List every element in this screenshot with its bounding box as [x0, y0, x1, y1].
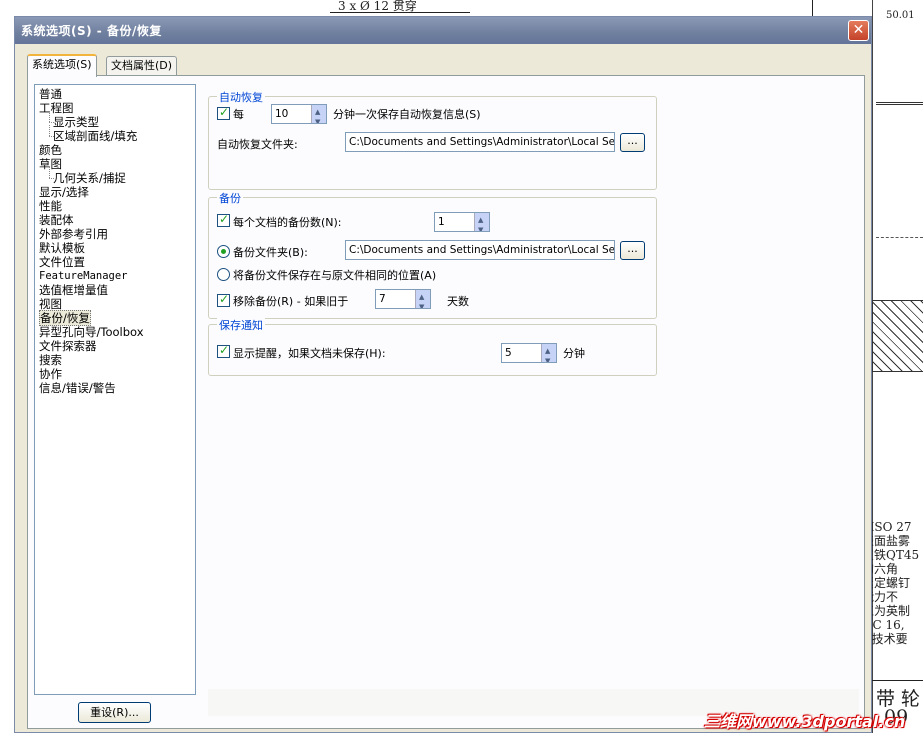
- auto-recover-browse-button[interactable]: ...: [620, 133, 645, 152]
- remove-backup-checkbox[interactable]: [217, 292, 230, 307]
- system-options-dialog: 系统选项(S) - 备份/恢复 ✕ 系统选项(S) 文档属性(D) 普通 工程图…: [14, 16, 872, 733]
- tree-item-area-hatch[interactable]: 区域剖面线/填充: [47, 125, 195, 143]
- backup-copies-spinner[interactable]: [474, 213, 489, 231]
- drawing-dimension: 50.01: [886, 10, 915, 21]
- tree-item-default-templates[interactable]: 默认模板: [39, 241, 195, 255]
- save-notification-title: 保存通知: [217, 317, 265, 333]
- backup-same-location-label: 将备份文件保存在与原文件相同的位置(A): [233, 269, 437, 282]
- tree-item-general[interactable]: 普通: [39, 87, 195, 101]
- tree-item-colors[interactable]: 颜色: [39, 143, 195, 157]
- save-notification-checkbox[interactable]: [217, 343, 230, 358]
- tree-item-hole-wizard-toolbox[interactable]: 异型孔向导/Toolbox: [39, 325, 195, 339]
- tree-item-display-selection[interactable]: 显示/选择: [39, 185, 195, 199]
- auto-recover-checkbox[interactable]: [217, 105, 230, 120]
- drawing-hatch-section: [872, 300, 923, 372]
- tree-item-performance[interactable]: 性能: [39, 199, 195, 213]
- auto-recover-minutes-spinner[interactable]: [311, 105, 326, 123]
- tree-item-sketch[interactable]: 草图: [39, 157, 195, 171]
- tree-item-file-explorer[interactable]: 文件探索器: [39, 339, 195, 353]
- tree-item-search[interactable]: 搜索: [39, 353, 195, 367]
- backup-copies-input[interactable]: 1: [434, 212, 490, 232]
- auto-recover-every-suffix: 分钟一次保存自动恢复信息(S): [333, 108, 481, 121]
- tree-item-collaboration[interactable]: 协作: [39, 367, 195, 381]
- auto-recover-folder-label: 自动恢复文件夹:: [217, 138, 298, 151]
- drawing-line: [876, 102, 923, 105]
- save-notification-label: 显示提醒，如果文档未保存(H):: [233, 347, 386, 360]
- backup-copies-label: 每个文档的备份数(N):: [233, 216, 342, 229]
- site-watermark: 三维网www.3dportal.cn: [704, 712, 906, 731]
- tree-item-relations-snaps[interactable]: 几何关系/捕捉: [47, 167, 195, 185]
- backup-folder-radio[interactable]: [217, 245, 230, 258]
- auto-recover-title: 自动恢复: [217, 89, 265, 105]
- backup-same-location-radio[interactable]: [217, 268, 230, 281]
- tree-item-assemblies[interactable]: 装配体: [39, 213, 195, 227]
- tree-item-backup-recover[interactable]: 备份/恢复: [39, 310, 195, 326]
- tree-item-file-locations[interactable]: 文件位置: [39, 255, 195, 269]
- tree-item-featuremanager[interactable]: FeatureManager: [39, 269, 195, 283]
- auto-recover-group: 自动恢复 每 10 分钟一次保存自动恢复信息(S) 自动恢复文件夹: C:\Do…: [208, 89, 657, 190]
- tab-system-options[interactable]: 系统选项(S): [27, 54, 97, 77]
- drawing-line: [812, 0, 813, 16]
- backup-browse-button[interactable]: ...: [620, 241, 645, 260]
- save-notification-unit: 分钟: [563, 347, 585, 360]
- auto-recover-minutes-input[interactable]: 10: [271, 104, 327, 124]
- backup-folder-input[interactable]: C:\Documents and Settings\Administrator\…: [345, 240, 615, 260]
- close-button[interactable]: ✕: [848, 20, 869, 41]
- backup-group: 备份 每个文档的备份数(N): 1 备份文件夹(B): C:\Documents…: [208, 190, 657, 319]
- drawing-line: [876, 237, 923, 238]
- backup-copies-checkbox[interactable]: [217, 212, 230, 227]
- save-notification-minutes-spinner[interactable]: [541, 344, 556, 362]
- remove-backup-days-input[interactable]: 7: [375, 289, 431, 309]
- auto-recover-every-label: 每: [233, 108, 244, 121]
- drawing-line: [330, 12, 470, 13]
- save-notification-group: 保存通知 显示提醒，如果文档未保存(H): 5 分钟: [208, 317, 657, 376]
- tree-item-drawings[interactable]: 工程图: [39, 101, 195, 115]
- close-icon: ✕: [852, 22, 865, 38]
- tab-document-properties[interactable]: 文档属性(D): [106, 56, 178, 76]
- remove-backup-label: 移除备份(R) - 如果旧于: [233, 295, 349, 308]
- options-tree[interactable]: 普通 工程图 显示类型 区域剖面线/填充 颜色 草图 几何关系/捕捉 显示/选择…: [34, 84, 196, 695]
- remove-backup-unit: 天数: [447, 295, 469, 308]
- drawing-line: [866, 680, 923, 681]
- save-notification-minutes-input[interactable]: 5: [501, 343, 557, 363]
- tree-item-display-style[interactable]: 显示类型: [47, 111, 195, 129]
- remove-backup-days-spinner[interactable]: [415, 290, 430, 308]
- reset-button[interactable]: 重设(R)...: [78, 702, 151, 723]
- backup-title: 备份: [217, 190, 243, 206]
- tree-item-external-references[interactable]: 外部参考引用: [39, 227, 195, 241]
- tree-item-spin-box-increments[interactable]: 选值框增量值: [39, 283, 195, 297]
- backup-folder-label: 备份文件夹(B):: [233, 246, 308, 259]
- dialog-titlebar[interactable]: 系统选项(S) - 备份/恢复: [15, 17, 871, 44]
- dialog-title: 系统选项(S) - 备份/恢复: [21, 24, 162, 38]
- tree-item-messages-errors-warnings[interactable]: 信息/错误/警告: [39, 381, 195, 395]
- tree-item-view[interactable]: 视图: [39, 297, 195, 311]
- auto-recover-folder-input[interactable]: C:\Documents and Settings\Administrator\…: [345, 132, 615, 152]
